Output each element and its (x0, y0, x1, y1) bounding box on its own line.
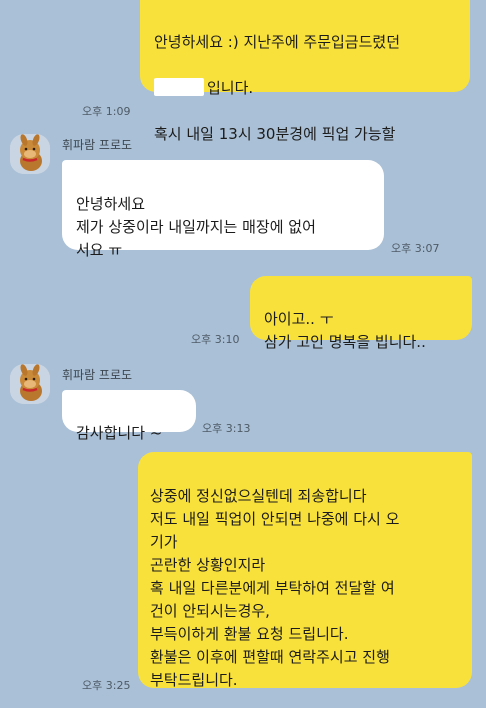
frodo-avatar-icon (10, 364, 50, 404)
message-text: 안녕하세요 제가 상중이라 내일까지는 매장에 없어 서요 ㅠ (76, 195, 316, 259)
message-text: 감사합니다 ~ (76, 424, 163, 442)
message-timestamp: 오후 1:09 (82, 105, 131, 118)
message-text: 아이고.. ㅜ 삼가 고인 명복을 빕니다.. (264, 310, 426, 351)
received-message-bubble[interactable]: 안녕하세요 제가 상중이라 내일까지는 매장에 없어 서요 ㅠ (62, 160, 384, 259)
sender-avatar[interactable] (10, 364, 50, 404)
redacted-text (154, 78, 204, 96)
sent-message-bubble[interactable]: 아이고.. ㅜ 삼가 고인 명복을 빕니다.. (250, 276, 472, 351)
frodo-avatar-icon (10, 134, 50, 174)
chat-room: 안녕하세요 :) 지난주에 주문입금드렸던 입니다. 혹시 내일 13시 30분… (0, 0, 486, 708)
message-timestamp: 오후 3:07 (391, 242, 440, 255)
sender-name: 휘파람 프로도 (62, 138, 133, 152)
received-message-bubble[interactable]: 감사합니다 ~ (62, 390, 196, 442)
message-text: 상중에 정신없으실텐데 죄송합니다 저도 내일 픽업이 안되면 나중에 다시 오… (150, 487, 400, 689)
sender-avatar[interactable] (10, 134, 50, 174)
message-text-line: 입니다. (154, 77, 458, 100)
message-text-line: 혹시 내일 13시 30분경에 픽업 가능할 (154, 125, 396, 143)
sent-message-bubble[interactable]: 안녕하세요 :) 지난주에 주문입금드렸던 입니다. 혹시 내일 13시 30분… (140, 0, 470, 189)
sender-name: 휘파람 프로도 (62, 368, 133, 382)
message-text-fragment: 입니다. (207, 79, 254, 97)
message-text-line: 안녕하세요 :) 지난주에 주문입금드렸던 (154, 33, 401, 51)
message-timestamp: 오후 3:10 (191, 333, 240, 346)
message-timestamp: 오후 3:13 (202, 422, 251, 435)
message-timestamp: 오후 3:25 (82, 679, 131, 692)
sent-message-bubble[interactable]: 상중에 정신없으실텐데 죄송합니다 저도 내일 픽업이 안되면 나중에 다시 오… (138, 452, 472, 689)
